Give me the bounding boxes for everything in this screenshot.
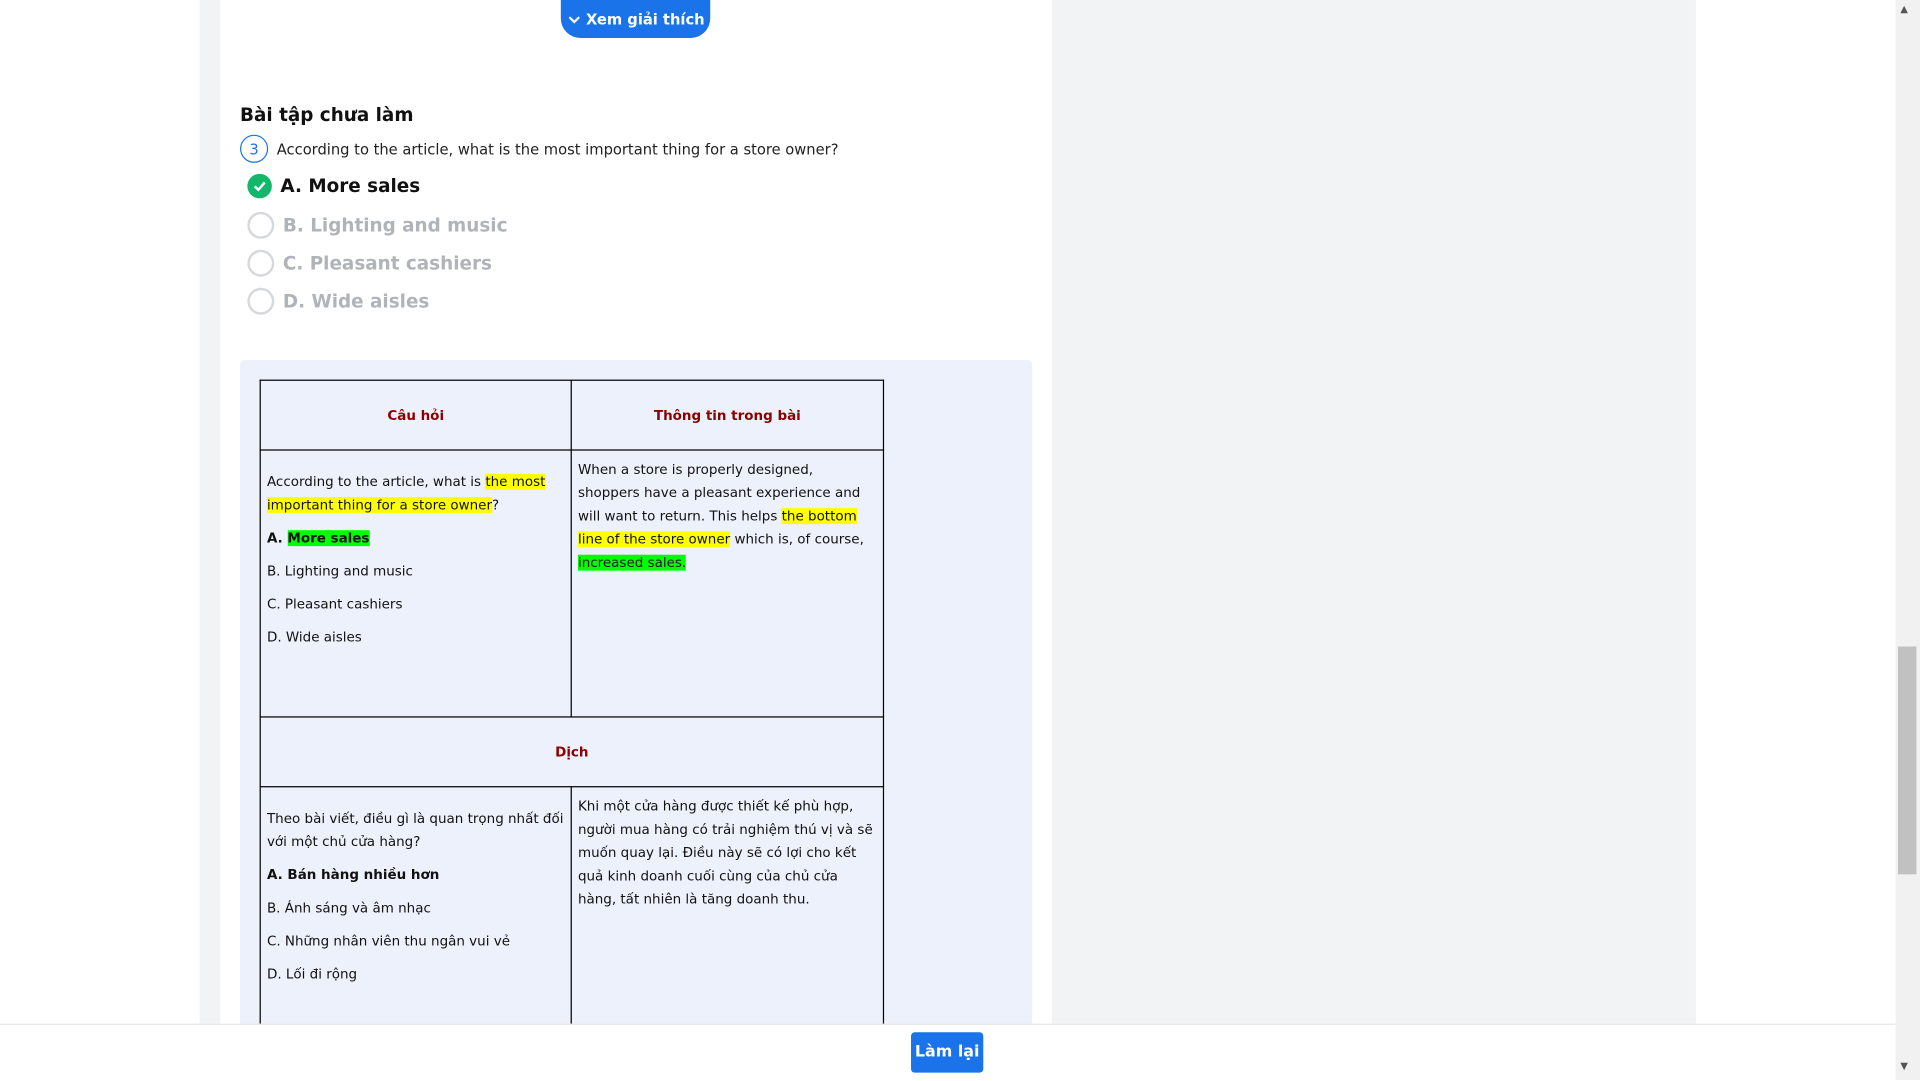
question-header: 3 According to the article, what is the …: [240, 134, 839, 163]
chevron-down-icon: [568, 15, 580, 23]
vi-option-c: C. Những nhân viên thu ngân vui vẻ: [266, 933, 510, 949]
page-margin-left: [0, 0, 200, 1081]
page: Xem giải thích Bài tập chưa làm 3 Accord…: [0, 0, 1920, 1081]
check-circle-icon: [247, 173, 272, 199]
option-d-label: D. Wide aisles: [282, 290, 430, 313]
option-a[interactable]: A. More sales: [247, 173, 421, 199]
section-title: Bài tập chưa làm: [240, 104, 414, 127]
vertical-scrollbar[interactable]: [1895, 0, 1920, 1081]
translation-header: Dịch: [259, 716, 885, 788]
table-option-c: C. Pleasant cashiers: [266, 596, 403, 613]
view-explanation-button[interactable]: Xem giải thích: [560, 0, 711, 38]
table-answer-a: A. More sales: [266, 530, 370, 547]
option-c-label: C. Pleasant cashiers: [282, 252, 492, 275]
right-sidebar: [1051, 0, 1696, 1081]
redo-button[interactable]: Làm lại: [911, 1032, 984, 1073]
explanation-table: Câu hỏi Thông tin trong bài According to…: [259, 379, 885, 1073]
highlight-answer: More sales: [287, 530, 370, 547]
table-question: According to the article, what is the mo…: [266, 473, 546, 514]
option-c[interactable]: C. Pleasant cashiers: [247, 249, 492, 277]
highlight-increased-sales: increased sales.: [577, 554, 687, 571]
question-text: According to the article, what is the mo…: [276, 140, 839, 158]
content-gutter: [199, 0, 221, 1081]
scroll-down-arrow-icon[interactable]: ▼: [1900, 1060, 1908, 1071]
option-b[interactable]: B. Lighting and music: [247, 211, 508, 239]
vi-option-b: B. Ánh sáng và âm nhạc: [266, 900, 431, 916]
article-info-cell: When a store is properly designed, shopp…: [570, 449, 885, 718]
radio-circle-icon: [247, 249, 275, 277]
header-question: Câu hỏi: [259, 379, 572, 451]
table-option-d: D. Wide aisles: [266, 629, 362, 646]
vi-option-d: D. Lối đi rộng: [266, 966, 358, 983]
table-option-b: B. Lighting and music: [266, 563, 413, 580]
question-cell: According to the article, what is the mo…: [259, 449, 572, 718]
radio-circle-icon: [247, 287, 275, 315]
option-a-label: A. More sales: [280, 175, 421, 198]
vi-question: Theo bài viết, điều gì là quan trọng nhấ…: [266, 810, 564, 850]
scrollbar-thumb[interactable]: [1897, 646, 1917, 875]
vi-answer-a: A. Bán hàng nhiều hơn: [266, 866, 440, 883]
header-article-info: Thông tin trong bài: [570, 379, 885, 451]
view-explanation-label: Xem giải thích: [585, 10, 705, 28]
radio-circle-icon: [247, 211, 275, 239]
scroll-up-arrow-icon[interactable]: ▲: [1900, 4, 1908, 15]
option-b-label: B. Lighting and music: [282, 214, 508, 237]
option-d[interactable]: D. Wide aisles: [247, 287, 430, 315]
explanation-box: Câu hỏi Thông tin trong bài According to…: [240, 360, 1033, 1081]
question-number: 3: [240, 134, 269, 163]
